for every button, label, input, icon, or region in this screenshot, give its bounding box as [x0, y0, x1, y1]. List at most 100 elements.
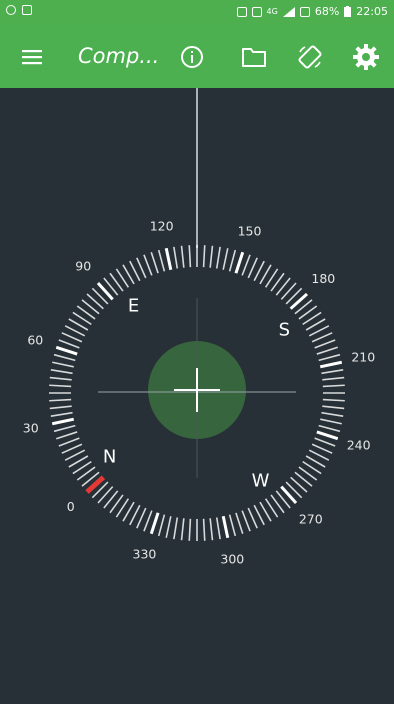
- minor-tick: [150, 251, 159, 274]
- network-label: 4G: [266, 7, 278, 16]
- minor-tick: [53, 424, 76, 433]
- major-tick: [149, 512, 160, 535]
- minor-tick: [165, 516, 172, 538]
- minor-tick: [247, 507, 258, 529]
- minor-tick: [61, 443, 83, 454]
- minor-tick: [247, 257, 258, 279]
- degree-label: 120: [150, 219, 174, 234]
- minor-tick: [322, 405, 345, 410]
- minor-tick: [173, 246, 179, 269]
- status-time: 22:05: [356, 5, 388, 18]
- direction-label-n: N: [103, 446, 116, 467]
- status-bar: 4G 68% 22:05: [0, 0, 394, 26]
- minor-tick: [52, 361, 74, 368]
- minor-tick: [49, 376, 72, 381]
- folder-icon: [242, 48, 266, 67]
- direction-label-s: S: [279, 320, 290, 341]
- minor-tick: [173, 517, 179, 540]
- minor-tick: [180, 518, 185, 541]
- minor-tick: [228, 249, 237, 272]
- degree-label: 90: [75, 259, 91, 274]
- major-tick: [51, 417, 75, 426]
- major-tick: [164, 247, 173, 271]
- degree-label: 30: [23, 420, 39, 435]
- minor-tick: [58, 339, 80, 349]
- notification-icon: [6, 5, 16, 15]
- major-tick: [319, 360, 343, 369]
- signal-icon: [282, 6, 295, 17]
- minor-tick: [53, 353, 76, 362]
- minor-tick: [321, 369, 344, 375]
- data-icon: [299, 6, 310, 17]
- minor-tick: [322, 376, 345, 381]
- minor-tick: [50, 411, 73, 417]
- compass-area: 0 30 60 90 120 150 180 210 240 270 300 330 N E S W: [0, 88, 394, 700]
- minor-tick: [136, 257, 147, 279]
- minor-tick: [188, 518, 192, 541]
- degree-label: 150: [238, 223, 262, 238]
- minor-tick: [241, 254, 251, 276]
- minor-tick: [321, 411, 344, 417]
- degree-label: 210: [351, 350, 375, 365]
- minor-tick: [49, 384, 72, 388]
- battery-percent: 68%: [314, 5, 340, 18]
- gear-icon: [353, 44, 379, 70]
- minor-tick: [61, 332, 83, 343]
- minor-tick: [49, 405, 72, 410]
- status-left: [6, 5, 32, 15]
- minor-tick: [314, 339, 336, 349]
- minor-tick: [136, 507, 147, 529]
- minor-tick: [311, 332, 333, 343]
- minor-tick: [50, 369, 73, 375]
- battery-icon: [344, 6, 352, 17]
- rotate-screen-button[interactable]: [282, 26, 338, 88]
- minor-tick: [143, 254, 153, 276]
- direction-label-w: W: [252, 470, 270, 491]
- compass-dial[interactable]: 0 30 60 90 120 150 180 210 240 270 300 330 N E S W: [0, 88, 394, 700]
- degree-label: 330: [133, 547, 157, 562]
- minor-tick: [241, 510, 251, 532]
- major-tick: [316, 430, 339, 441]
- minor-tick: [318, 424, 341, 433]
- minor-tick: [322, 384, 345, 388]
- minor-tick: [209, 245, 214, 268]
- minor-tick: [316, 346, 339, 355]
- minor-tick: [202, 245, 206, 268]
- minor-tick: [215, 246, 221, 269]
- minor-tick: [157, 249, 166, 272]
- info-button[interactable]: [164, 26, 220, 88]
- minor-tick: [143, 510, 153, 532]
- minor-tick: [180, 245, 185, 268]
- menu-button[interactable]: [4, 26, 60, 88]
- minor-tick: [215, 517, 221, 540]
- minor-tick: [228, 514, 237, 537]
- degree-label: 240: [347, 438, 371, 453]
- folder-button[interactable]: [226, 26, 282, 88]
- app-title: Comp...: [78, 44, 160, 68]
- degree-label: 180: [311, 271, 335, 286]
- menu-icon: [22, 50, 42, 65]
- settings-button[interactable]: [338, 26, 394, 88]
- minor-tick: [157, 514, 166, 537]
- app-toolbar: Comp...: [0, 26, 394, 88]
- minor-tick: [55, 431, 78, 440]
- minor-tick: [314, 437, 336, 447]
- minor-tick: [209, 518, 214, 541]
- minor-tick: [322, 398, 345, 402]
- info-icon: [181, 46, 203, 68]
- major-tick: [55, 345, 78, 356]
- direction-label-e: E: [128, 296, 139, 317]
- minor-tick: [318, 353, 341, 362]
- status-right: 4G 68% 22:05: [236, 5, 388, 18]
- alarm-icon: [236, 6, 247, 17]
- minor-tick: [320, 418, 342, 425]
- major-tick: [234, 251, 245, 274]
- minor-tick: [235, 512, 244, 535]
- degree-label: 60: [27, 332, 43, 347]
- image-icon: [22, 5, 32, 15]
- minor-tick: [49, 398, 72, 402]
- minor-tick: [202, 518, 206, 541]
- sim-icon: [251, 6, 262, 17]
- degree-label: 0: [67, 499, 75, 514]
- minor-tick: [188, 245, 192, 268]
